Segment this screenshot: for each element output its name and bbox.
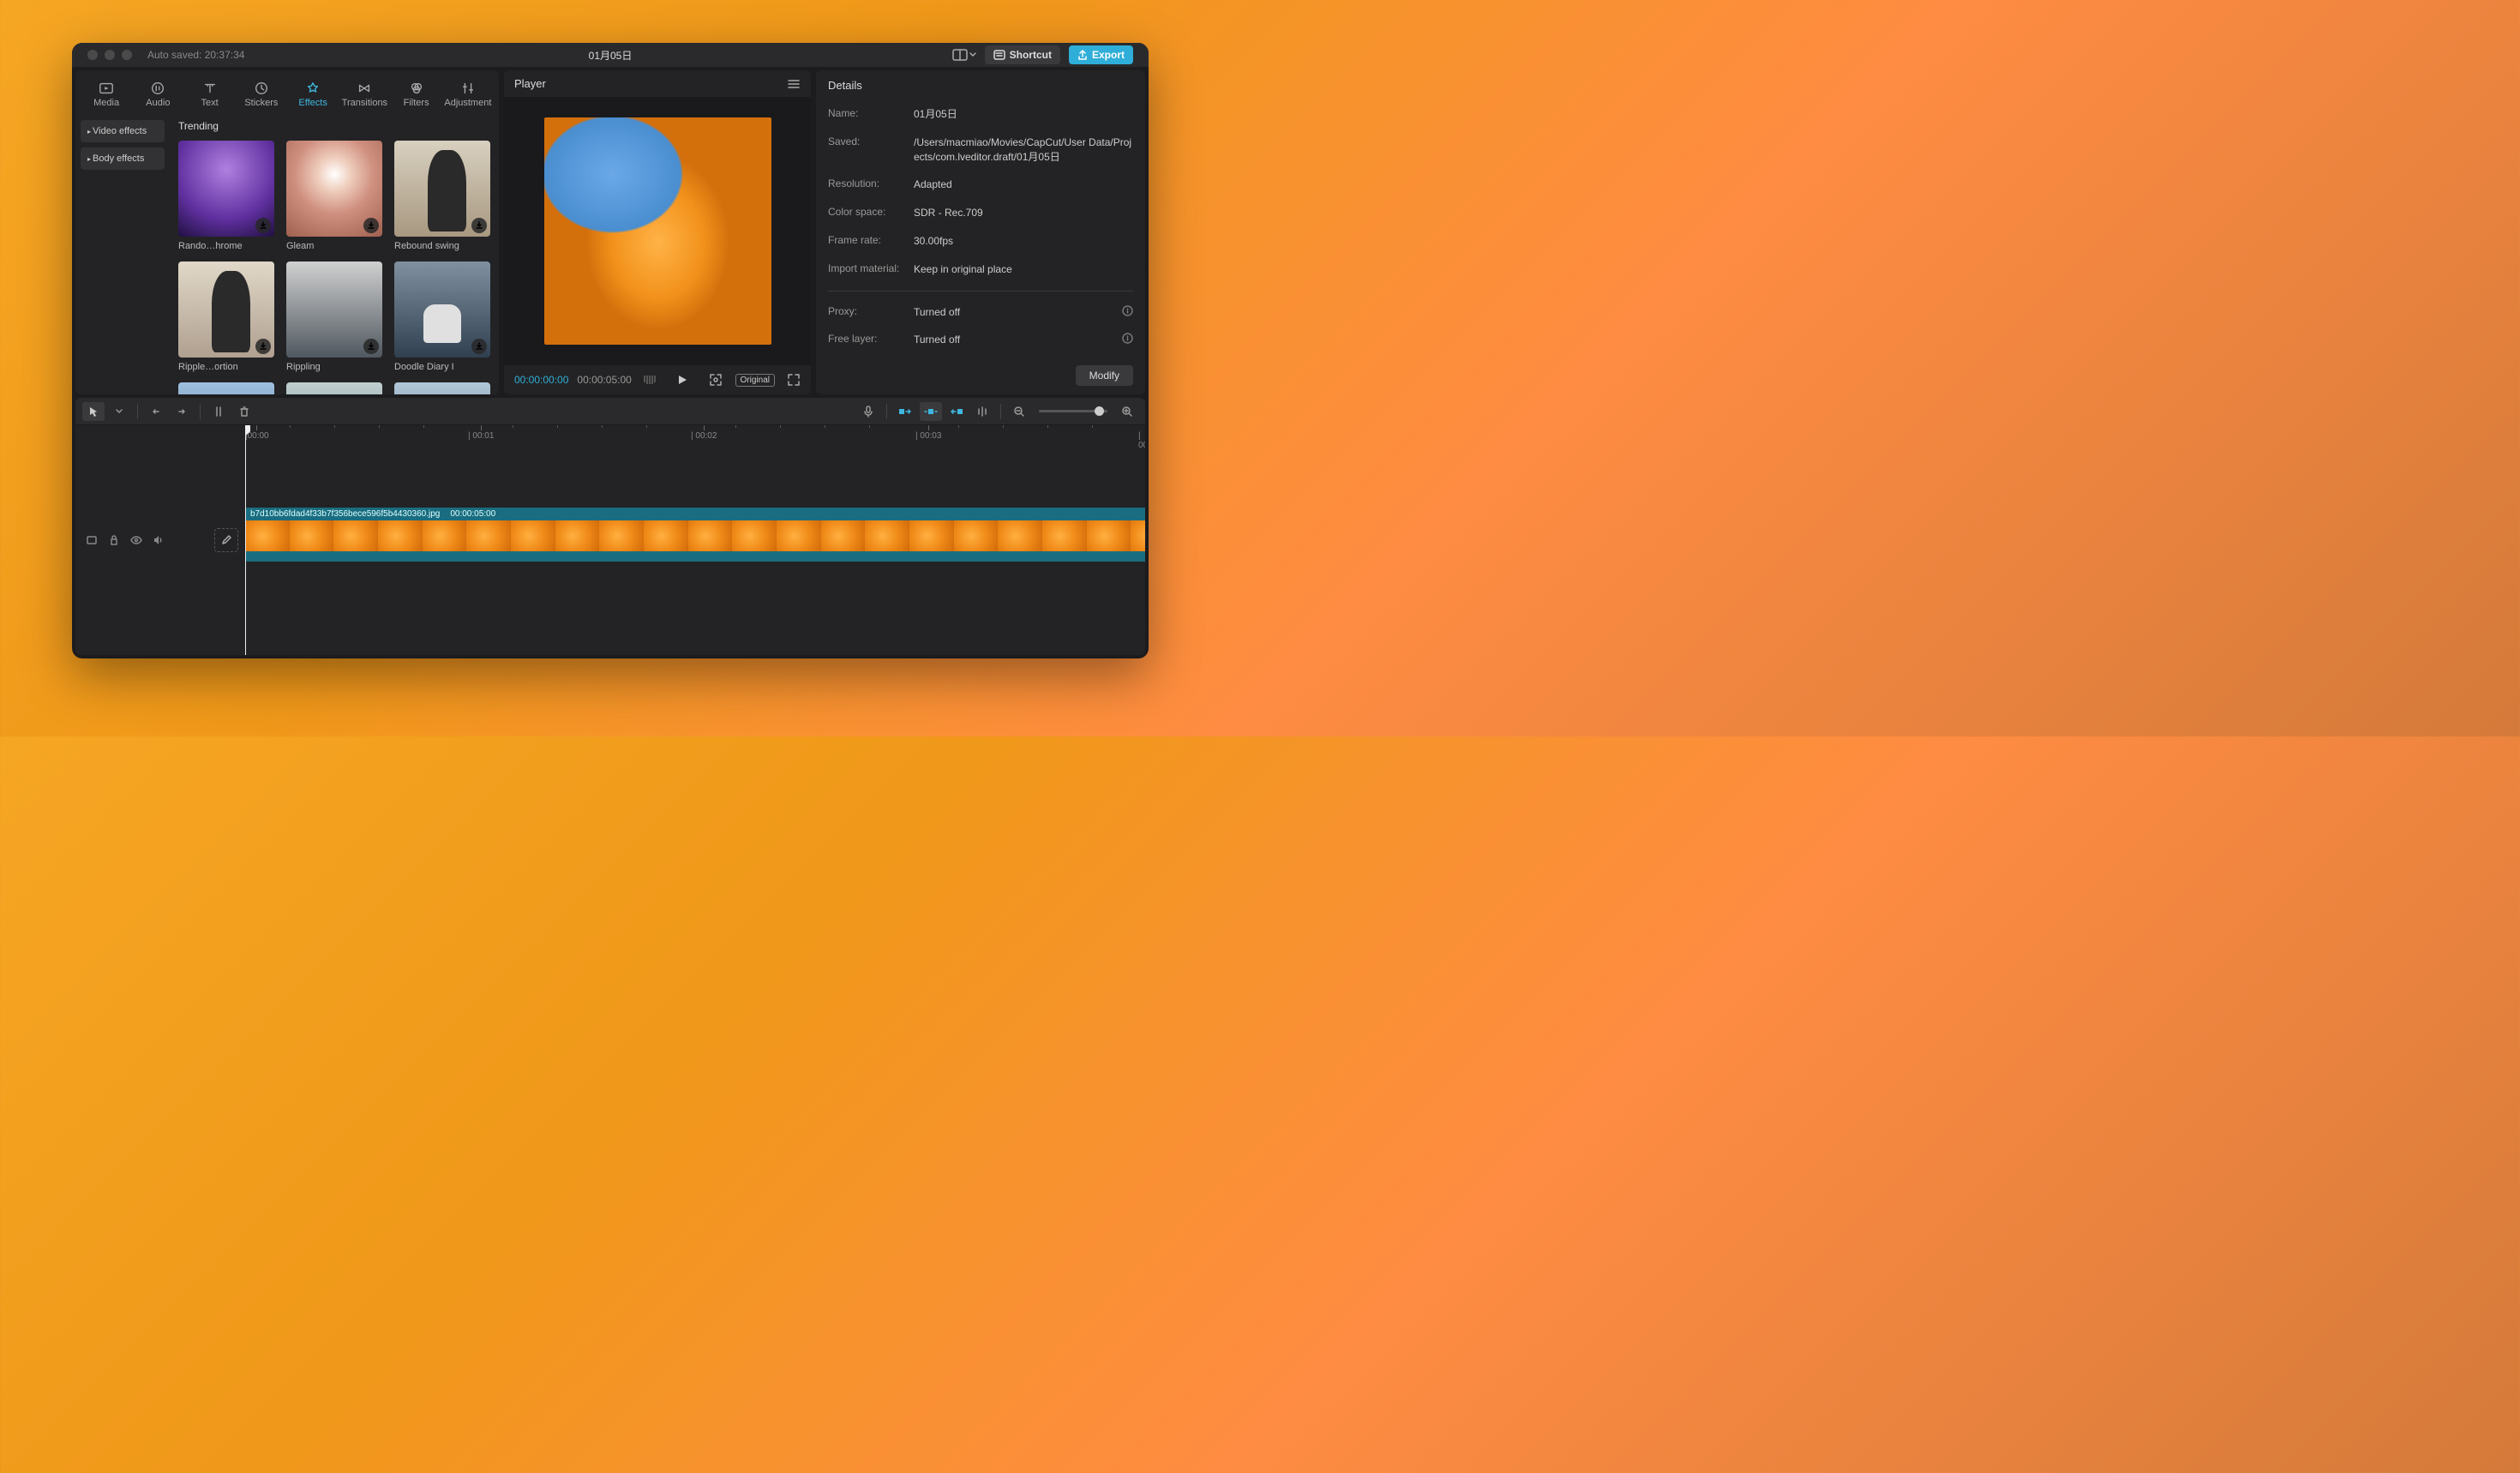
- track-lock-icon[interactable]: [105, 531, 123, 550]
- effect-item[interactable]: [178, 382, 274, 394]
- zoom-in-icon[interactable]: [1116, 402, 1138, 421]
- player-menu-icon[interactable]: [787, 79, 801, 89]
- close-dot[interactable]: [87, 50, 98, 60]
- snap-center-icon[interactable]: [920, 402, 942, 421]
- download-icon[interactable]: [471, 218, 487, 233]
- cat-body-effects[interactable]: Body effects: [81, 147, 165, 170]
- timeline-clip[interactable]: b7d10bb6fdad4f33b7f356bece596f5b4430360.…: [245, 508, 1145, 562]
- shortcut-label: Shortcut: [1010, 49, 1052, 61]
- effect-item[interactable]: Rando…hrome: [178, 141, 274, 251]
- effect-item[interactable]: Gleam: [286, 141, 382, 251]
- asset-grid: Rando…hrome Gleam Rebound swing: [178, 141, 490, 394]
- timeline-panel: |00:00 | 00:01 | 00:02 | 00:03 | 00:04 b…: [75, 398, 1145, 655]
- asset-tabs: Media Audio Text Stickers: [75, 70, 499, 113]
- player-title: Player: [514, 77, 546, 90]
- export-label: Export: [1092, 49, 1125, 61]
- detail-framerate: 30.00fps: [914, 234, 1133, 249]
- effect-item[interactable]: Ripple…ortion: [178, 262, 274, 372]
- asset-categories: Video effects Body effects: [75, 113, 170, 394]
- track-fx-icon[interactable]: [82, 531, 101, 550]
- cat-video-effects[interactable]: Video effects: [81, 120, 165, 142]
- tab-filters[interactable]: Filters: [391, 75, 442, 113]
- info-icon[interactable]: [1122, 305, 1133, 319]
- time-current: 00:00:00:00: [514, 374, 568, 386]
- tab-text[interactable]: Text: [184, 75, 236, 113]
- original-button[interactable]: Original: [735, 374, 775, 387]
- player-panel: Player 00:00:00:00 00:00:05:00: [504, 70, 811, 394]
- redo-button[interactable]: [171, 402, 193, 421]
- time-total: 00:00:05:00: [577, 374, 631, 386]
- modify-button[interactable]: Modify: [1076, 365, 1133, 386]
- mic-icon[interactable]: [857, 402, 879, 421]
- download-icon[interactable]: [363, 218, 379, 233]
- effect-item[interactable]: [394, 382, 490, 394]
- download-icon[interactable]: [255, 339, 271, 354]
- detail-name: 01月05日: [914, 107, 1133, 122]
- split-button[interactable]: [207, 402, 230, 421]
- cursor-tool[interactable]: [82, 402, 105, 421]
- tab-media[interactable]: Media: [81, 75, 132, 113]
- crop-icon[interactable]: [708, 372, 723, 388]
- tab-transitions[interactable]: Transitions: [339, 75, 390, 113]
- layout-icon[interactable]: [952, 49, 976, 61]
- cursor-dropdown[interactable]: [108, 402, 130, 421]
- download-icon[interactable]: [471, 339, 487, 354]
- detail-saved: /Users/macmiao/Movies/CapCut/User Data/P…: [914, 135, 1133, 165]
- preview-area: [504, 97, 811, 365]
- tab-audio[interactable]: Audio: [132, 75, 183, 113]
- download-icon[interactable]: [363, 339, 379, 354]
- zoom-slider[interactable]: [1039, 410, 1107, 412]
- tab-stickers[interactable]: Stickers: [236, 75, 287, 113]
- tab-adjustment[interactable]: Adjustment: [442, 75, 494, 113]
- undo-button[interactable]: [145, 402, 167, 421]
- snap-left-icon[interactable]: [894, 402, 916, 421]
- delete-button[interactable]: [233, 402, 255, 421]
- detail-proxy: Turned off: [914, 305, 1115, 320]
- info-icon[interactable]: [1122, 333, 1133, 346]
- track-controls: [75, 425, 245, 655]
- export-button[interactable]: Export: [1069, 45, 1133, 64]
- timeline-area[interactable]: |00:00 | 00:01 | 00:02 | 00:03 | 00:04 b…: [245, 425, 1145, 655]
- zoom-out-icon[interactable]: [1008, 402, 1030, 421]
- effect-item[interactable]: [286, 382, 382, 394]
- playhead[interactable]: [245, 425, 246, 655]
- detail-freelayer: Turned off: [914, 333, 1115, 347]
- tick-marks: [644, 376, 656, 384]
- tab-effects[interactable]: Effects: [287, 75, 339, 113]
- window-title: 01月05日: [589, 48, 633, 63]
- shortcut-button[interactable]: Shortcut: [985, 45, 1060, 64]
- download-icon[interactable]: [255, 218, 271, 233]
- clip-filename: b7d10bb6fdad4f33b7f356bece596f5b4430360.…: [250, 509, 440, 519]
- edit-track-icon[interactable]: [214, 528, 238, 552]
- snap-right-icon[interactable]: [945, 402, 968, 421]
- clip-thumbnails: [245, 520, 1145, 551]
- max-dot[interactable]: [122, 50, 132, 60]
- autosave-status: Auto saved: 20:37:34: [147, 49, 244, 61]
- clip-duration: 00:00:05:00: [450, 509, 495, 519]
- detail-import: Keep in original place: [914, 262, 1133, 277]
- asset-panel: Media Audio Text Stickers: [75, 70, 499, 394]
- effect-item[interactable]: Doodle Diary I: [394, 262, 490, 372]
- app-window: Auto saved: 20:37:34 01月05日 Shortcut Exp…: [72, 43, 1149, 658]
- min-dot[interactable]: [105, 50, 115, 60]
- timeline-toolbar: [75, 398, 1145, 425]
- timeline-ruler: |00:00 | 00:01 | 00:02 | 00:03 | 00:04: [245, 425, 1145, 441]
- traffic-lights: [87, 50, 132, 60]
- effect-item[interactable]: Rippling: [286, 262, 382, 372]
- detail-resolution: Adapted: [914, 177, 1133, 192]
- effect-item[interactable]: Rebound swing: [394, 141, 490, 251]
- insert-icon[interactable]: [971, 402, 993, 421]
- details-panel: Details Name:01月05日 Saved:/Users/macmiao…: [816, 70, 1145, 394]
- fullscreen-icon[interactable]: [787, 373, 801, 387]
- titlebar: Auto saved: 20:37:34 01月05日 Shortcut Exp…: [72, 43, 1149, 67]
- play-button[interactable]: [676, 374, 688, 386]
- track-mute-icon[interactable]: [149, 531, 168, 550]
- player-controls: 00:00:00:00 00:00:05:00 Original: [504, 365, 811, 394]
- preview-image: [544, 117, 771, 345]
- details-title: Details: [816, 70, 1145, 100]
- section-title: Trending: [178, 120, 490, 132]
- detail-colorspace: SDR - Rec.709: [914, 206, 1133, 220]
- track-visible-icon[interactable]: [127, 531, 146, 550]
